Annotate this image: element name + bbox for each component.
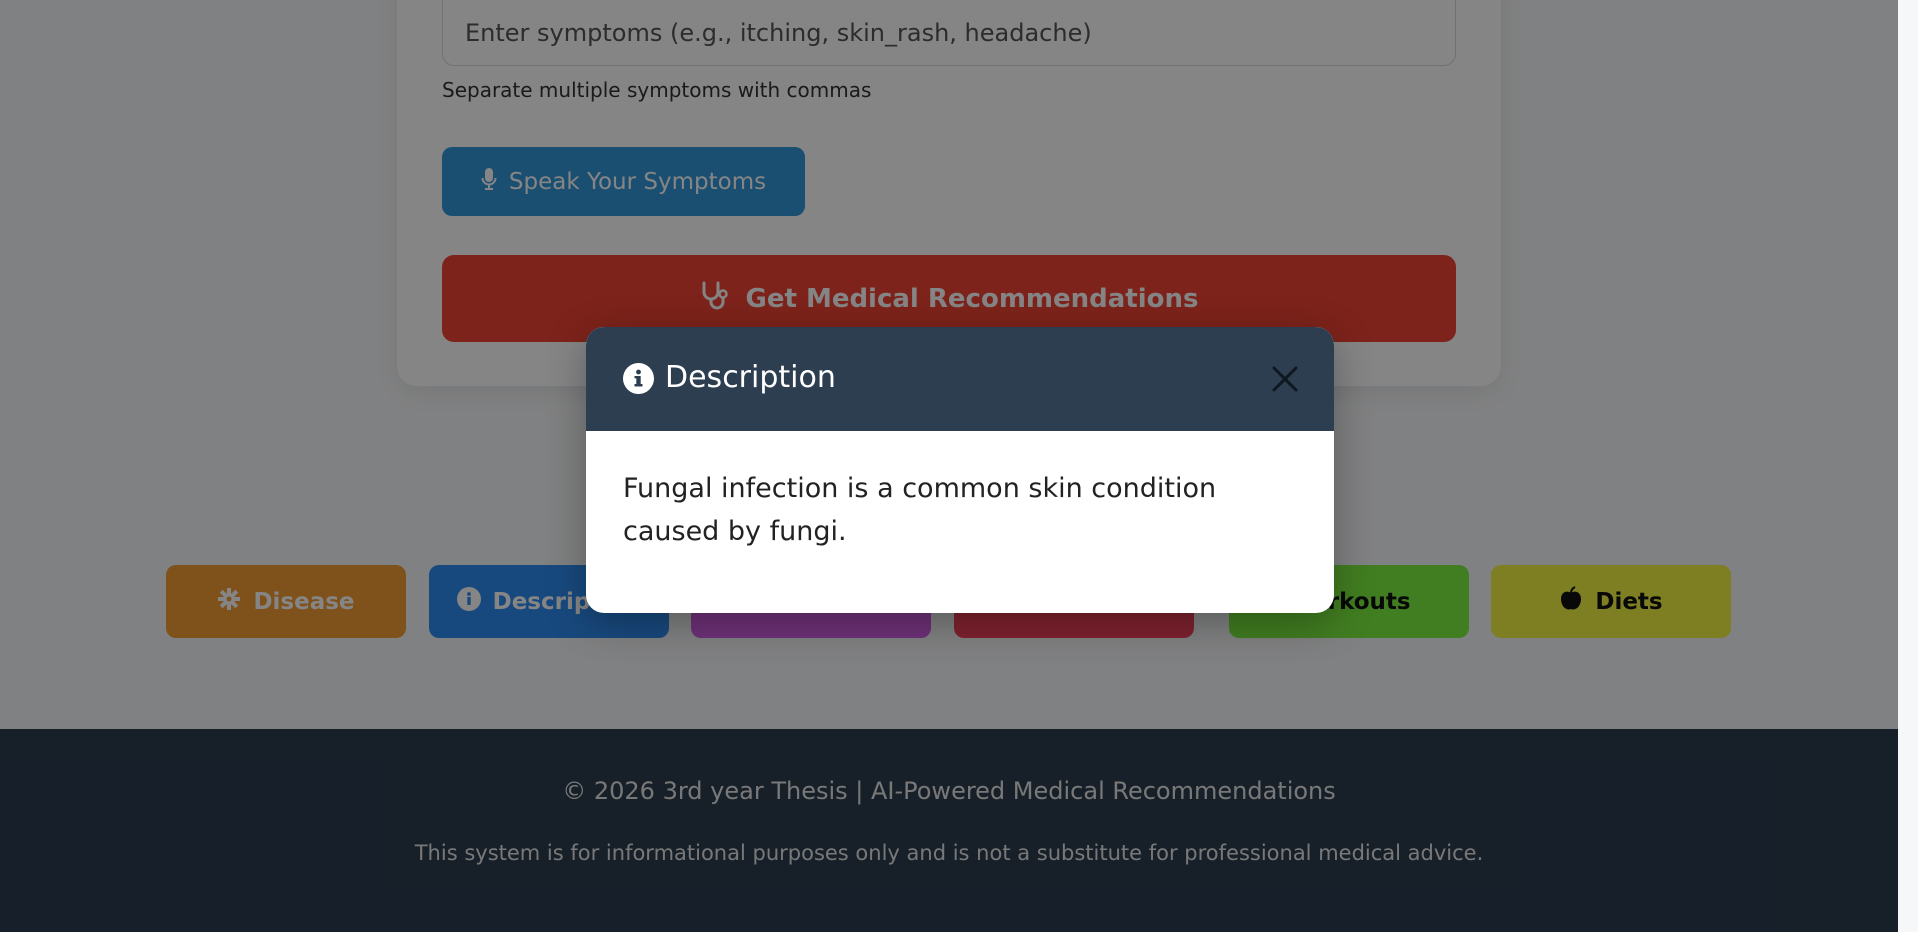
modal-title: Description bbox=[665, 360, 836, 395]
close-button[interactable] bbox=[1266, 360, 1304, 398]
description-modal: Description Fungal infection is a common… bbox=[586, 327, 1334, 613]
close-icon bbox=[1266, 366, 1304, 401]
modal-body-text: Fungal infection is a common skin condit… bbox=[623, 473, 1217, 547]
info-circle-icon bbox=[623, 363, 654, 394]
page-edge bbox=[1898, 0, 1918, 932]
modal-header: Description bbox=[586, 327, 1334, 431]
